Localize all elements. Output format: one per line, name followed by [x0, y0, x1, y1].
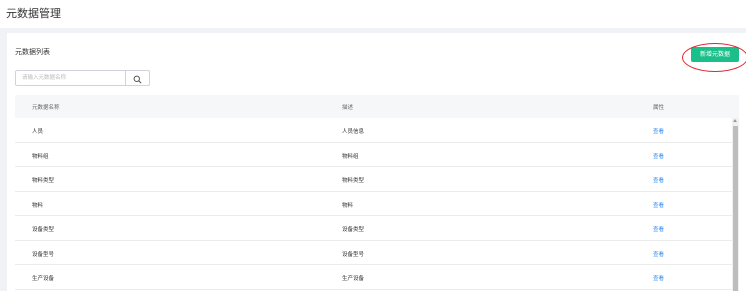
view-link[interactable]: 查看: [653, 250, 664, 258]
cell-description: 设备型号: [342, 251, 365, 258]
view-link[interactable]: 查看: [653, 127, 664, 135]
table-scrollbar[interactable]: [732, 118, 739, 291]
search-box: [15, 70, 150, 86]
view-link[interactable]: 查看: [653, 152, 664, 160]
column-header-name: 元数据名称: [32, 105, 60, 111]
cell-description: 物料: [342, 202, 354, 209]
cell-name: 物料类型: [32, 178, 55, 184]
cell-name: 设备型号: [32, 251, 55, 258]
cell-description: 人员信息: [342, 129, 365, 135]
scroll-up-arrow-icon[interactable]: [733, 119, 737, 122]
add-metadata-button[interactable]: 新增元数据: [691, 47, 739, 62]
search-input[interactable]: [16, 71, 125, 85]
cell-description: 物料组: [342, 153, 359, 160]
scrollbar-thumb[interactable]: [733, 126, 738, 291]
cell-name: 物料组: [32, 153, 49, 160]
search-icon: [133, 69, 142, 88]
table-row: 物料组 物料组 查看: [15, 142, 739, 167]
page-header: 元数据管理: [0, 0, 746, 28]
metadata-table: 元数据名称 描述 属性 人员 人员信息 查看 物料组 物料组 查看 物料类型 物…: [15, 95, 739, 291]
card-title: 元数据列表: [15, 48, 50, 56]
table-row: 物料类型 物料类型 查看: [15, 167, 739, 192]
table-row: 人员 人员信息 查看: [15, 118, 739, 143]
cell-name: 人员: [32, 129, 44, 135]
column-header-description: 描述: [342, 105, 354, 111]
metadata-list-card: 元数据列表 新增元数据 元数据名称 描述 属性 人员 人员信息 查看: [7, 33, 746, 291]
cell-description: 设备类型: [342, 227, 365, 233]
table-row: 设备类型 设备类型 查看: [15, 216, 739, 241]
view-link[interactable]: 查看: [653, 274, 664, 282]
cell-description: 物料类型: [342, 178, 365, 184]
table-row: 设备型号 设备型号 查看: [15, 240, 739, 265]
table-row: 生产设备 生产设备 查看: [15, 265, 739, 290]
search-button[interactable]: [125, 71, 149, 85]
cell-description: 生产设备: [342, 276, 365, 282]
cell-name: 生产设备: [32, 276, 55, 282]
table-row: 物料 物料 查看: [15, 191, 739, 216]
table-header: 元数据名称 描述 属性: [15, 95, 739, 118]
view-link[interactable]: 查看: [653, 225, 664, 233]
view-link[interactable]: 查看: [653, 201, 664, 209]
cell-name: 物料: [32, 202, 44, 209]
cell-name: 设备类型: [32, 227, 55, 233]
page-title: 元数据管理: [6, 7, 61, 20]
column-header-attributes: 属性: [653, 105, 665, 111]
view-link[interactable]: 查看: [653, 176, 664, 184]
table-body: 人员 人员信息 查看 物料组 物料组 查看 物料类型 物料类型 查看 物料 物料…: [15, 118, 739, 290]
